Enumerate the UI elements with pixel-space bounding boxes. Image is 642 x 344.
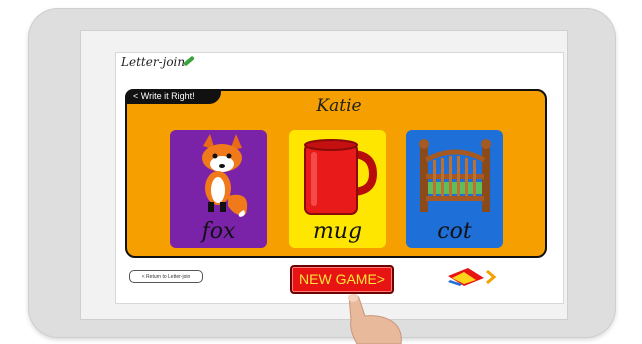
card-word: mug <box>312 219 363 244</box>
player-name: Katie <box>316 96 362 116</box>
word-card-fox[interactable]: fox <box>170 130 267 248</box>
book-next-icon[interactable] <box>446 266 498 288</box>
word-card-cot[interactable]: cot <box>406 130 503 248</box>
pointing-hand-icon <box>348 293 402 344</box>
card-word: cot <box>437 219 472 244</box>
card-word: fox <box>201 219 236 244</box>
word-card-mug[interactable]: mug <box>289 130 386 248</box>
brand-logo: Letter-join <box>121 55 186 69</box>
back-button[interactable]: < Write it Right! <box>125 89 221 104</box>
return-to-letter-join-button[interactable]: < Return to Letter-join <box>129 270 203 283</box>
